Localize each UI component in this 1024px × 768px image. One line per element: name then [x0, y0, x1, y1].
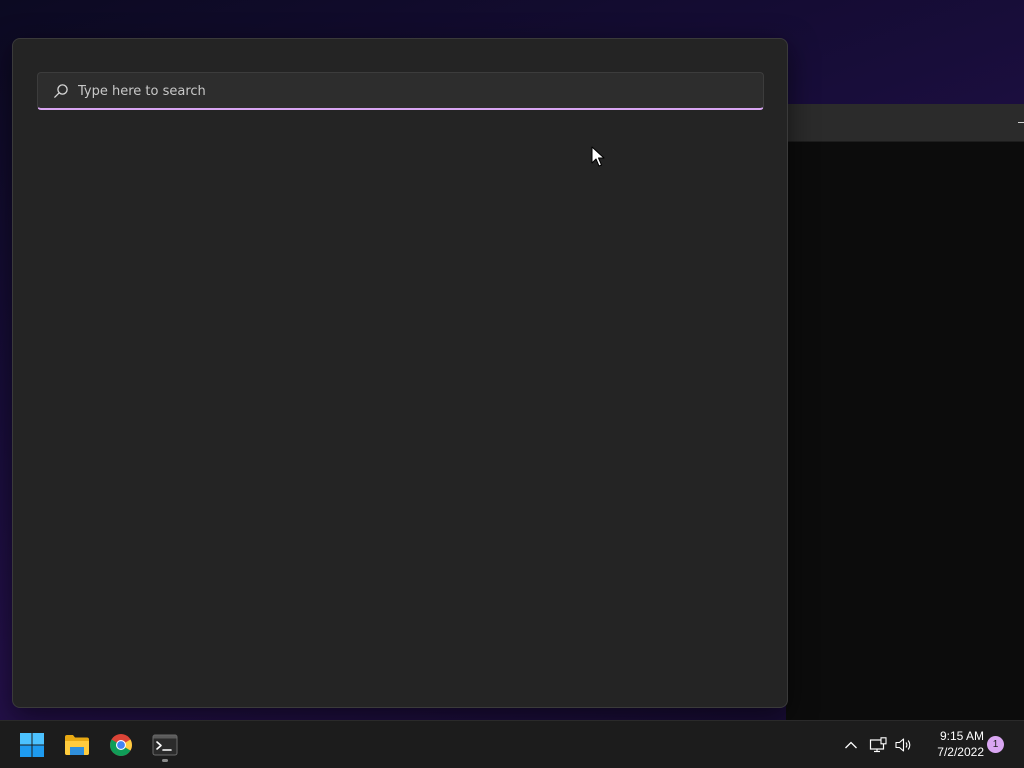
minimize-icon[interactable] — [1018, 122, 1024, 123]
start-button[interactable] — [12, 727, 52, 763]
terminal-icon — [152, 734, 178, 756]
clock[interactable]: 9:15 AM 7/2/2022 — [920, 728, 984, 760]
search-input[interactable] — [78, 79, 748, 103]
show-hidden-icons-button[interactable] — [840, 733, 862, 757]
chevron-up-icon — [845, 741, 857, 749]
file-explorer-button[interactable] — [57, 727, 97, 763]
search-icon — [54, 84, 68, 98]
folder-icon — [65, 735, 89, 755]
taskbar: 9:15 AM 7/2/2022 1 — [0, 720, 1024, 768]
window-titlebar[interactable] — [786, 104, 1024, 142]
terminal-button[interactable] — [145, 727, 185, 763]
windows-logo-icon — [20, 733, 44, 757]
volume-icon — [894, 738, 910, 752]
clock-time: 9:15 AM — [939, 729, 984, 743]
chrome-button[interactable] — [101, 727, 141, 763]
chrome-icon — [110, 734, 132, 756]
volume-button[interactable] — [892, 733, 914, 757]
search-box[interactable] — [37, 72, 764, 110]
background-terminal-window[interactable] — [786, 104, 1024, 720]
notification-badge[interactable]: 1 — [987, 736, 1004, 753]
search-flyout — [12, 38, 788, 708]
clock-date: 7/2/2022 — [937, 745, 984, 759]
network-icon — [869, 737, 887, 753]
mouse-pointer-icon — [591, 146, 605, 167]
network-button[interactable] — [867, 733, 889, 757]
